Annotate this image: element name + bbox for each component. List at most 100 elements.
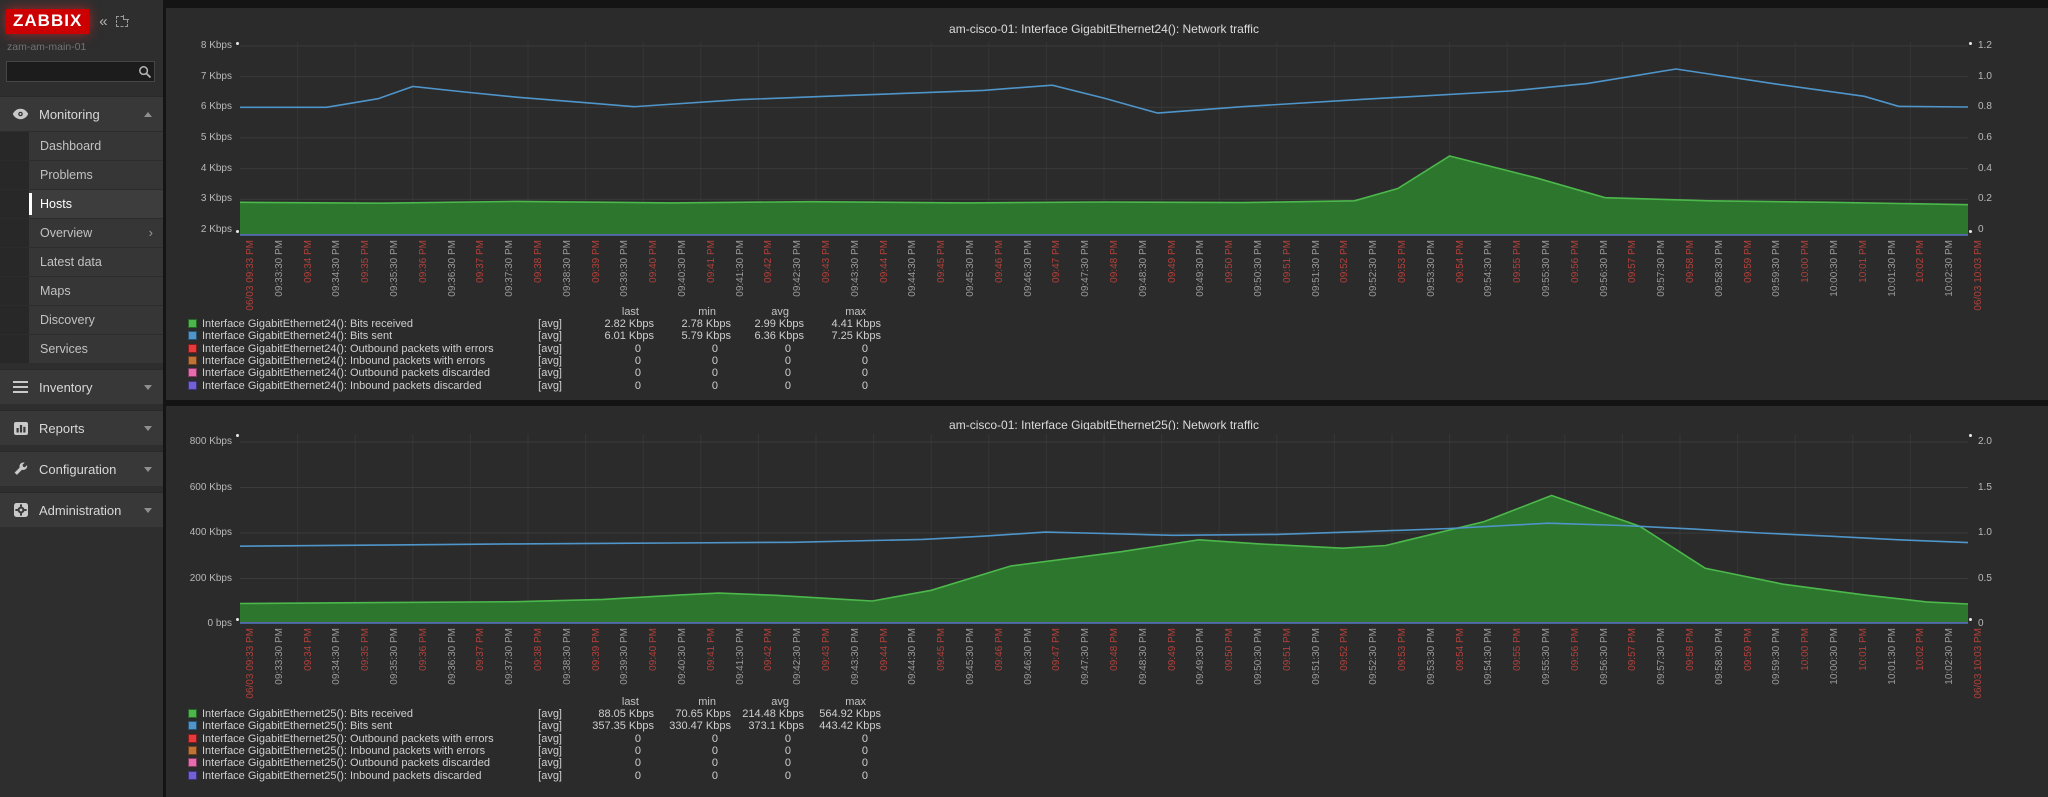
list-icon bbox=[12, 381, 29, 393]
legend-avg-value: 0 bbox=[784, 367, 791, 380]
chevron-up-icon bbox=[144, 111, 152, 117]
legend-column-header: avg bbox=[771, 696, 789, 708]
x-axis-label: 09:43 PM bbox=[821, 628, 832, 671]
legend-swatch bbox=[188, 770, 197, 780]
x-axis-label: 09:51:30 PM bbox=[1310, 628, 1322, 685]
x-axis-label: 09:36:30 PM bbox=[446, 240, 458, 297]
x-axis-label: 09:51:30 PM bbox=[1310, 240, 1322, 297]
sidebar-item-overview[interactable]: Overview › bbox=[0, 218, 163, 247]
chart-plot[interactable] bbox=[240, 38, 1968, 236]
legend-avg-value: 6.36 Kbps bbox=[754, 330, 804, 343]
x-axis-label: 09:48 PM bbox=[1109, 240, 1120, 283]
legend-series-label: Interface GigabitEthernet24(): Inbound p… bbox=[202, 379, 482, 392]
x-axis-label: 10:00 PM bbox=[1800, 628, 1812, 671]
sidebar-section-configuration[interactable]: Configuration bbox=[0, 451, 163, 486]
x-axis-label: 09:51 PM bbox=[1281, 628, 1293, 671]
x-axis-label: 09:34:30 PM bbox=[331, 240, 343, 297]
legend-function-tag: [avg] bbox=[538, 769, 562, 782]
sidebar-section-inventory[interactable]: Inventory bbox=[0, 369, 163, 404]
sidebar-item-problems[interactable]: Problems bbox=[0, 160, 163, 189]
main-content: am-cisco-01: Interface GigabitEthernet24… bbox=[166, 0, 2048, 797]
sidebar-item-dashboard[interactable]: Dashboard bbox=[0, 131, 163, 160]
axis-end-marker bbox=[1969, 618, 1972, 621]
sidebar-compact-view-icon[interactable] bbox=[115, 15, 129, 27]
x-axis-label: 09:47 PM bbox=[1051, 628, 1063, 671]
sidebar-item-hosts[interactable]: Hosts bbox=[0, 189, 163, 218]
x-axis-label: 09:35:30 PM bbox=[389, 240, 400, 297]
x-axis-label: 10:01 PM bbox=[1857, 240, 1869, 283]
legend-avg-value: 0 bbox=[784, 342, 791, 355]
legend-max-value: 0 bbox=[861, 379, 868, 392]
sidebar-section-administration[interactable]: Administration bbox=[0, 492, 163, 527]
legend-max-value: 564.92 Kbps bbox=[819, 708, 881, 720]
legend-max-value: 443.42 Kbps bbox=[819, 720, 881, 733]
x-axis-label: 09:58 PM bbox=[1685, 240, 1696, 283]
x-axis-label: 09:55 PM bbox=[1512, 240, 1524, 283]
x-axis-label: 09:50 PM bbox=[1224, 240, 1236, 283]
x-axis-label: 09:59 PM bbox=[1742, 240, 1754, 283]
legend-max-value: 0 bbox=[861, 732, 868, 745]
wrench-icon bbox=[12, 462, 29, 477]
x-axis-label: 06/03 10:03 PM bbox=[1973, 628, 1984, 699]
submenu-monitoring: Dashboard Problems Hosts Overview › Latest da… bbox=[0, 131, 163, 363]
axis-end-marker bbox=[1969, 230, 1972, 233]
legend-max-value: 0 bbox=[861, 367, 868, 380]
axis-end-marker bbox=[236, 434, 239, 437]
legend-max-value: 4.41 Kbps bbox=[831, 318, 881, 330]
x-axis-label: 09:35 PM bbox=[360, 240, 372, 283]
sidebar-item-maps[interactable]: Maps bbox=[0, 276, 163, 305]
sidebar-item-latest-data[interactable]: Latest data bbox=[0, 247, 163, 276]
zabbix-logo[interactable]: ZABBIX bbox=[6, 9, 90, 34]
x-axis-label: 09:54 PM bbox=[1454, 628, 1466, 671]
legend-swatch bbox=[188, 319, 197, 328]
legend-swatch bbox=[188, 733, 197, 743]
sidebar: ZABBIX « zam-am-main-01 Monitoring Dashbo… bbox=[0, 0, 163, 797]
x-axis-label: 09:48:30 PM bbox=[1137, 628, 1149, 685]
legend-function-tag: [avg] bbox=[538, 330, 562, 343]
chart-title: am-cisco-01: Interface GigabitEthernet24… bbox=[949, 22, 1259, 36]
sidebar-item-services[interactable]: Services bbox=[0, 334, 163, 363]
legend-avg-value: 0 bbox=[784, 744, 791, 757]
sidebar-item-discovery[interactable]: Discovery bbox=[0, 305, 163, 334]
sidebar-header: ZABBIX « bbox=[6, 9, 157, 34]
legend-series-label: Interface GigabitEthernet24(): Bits sent bbox=[202, 330, 393, 343]
legend-max-value: 0 bbox=[861, 757, 868, 770]
sidebar-section-label: Configuration bbox=[39, 461, 117, 477]
legend-max-value: 0 bbox=[861, 769, 868, 782]
x-axis-label: 09:57 PM bbox=[1627, 240, 1639, 283]
legend-series-label: Interface GigabitEthernet25(): Inbound p… bbox=[202, 769, 482, 782]
x-axis-label: 09:44 PM bbox=[878, 240, 890, 283]
chart-panel-1: am-cisco-01: Interface GigabitEthernet24… bbox=[166, 8, 2048, 400]
legend-swatch bbox=[188, 380, 197, 390]
sidebar-section-monitoring[interactable]: Monitoring bbox=[0, 96, 163, 131]
x-axis-label: 09:37 PM bbox=[475, 240, 487, 283]
legend-max-value: 0 bbox=[861, 744, 868, 757]
y-axis-left-label: 6 Kbps bbox=[200, 101, 232, 113]
sidebar-collapse-icon[interactable]: « bbox=[99, 13, 107, 30]
x-axis-label: 09:53:30 PM bbox=[1425, 628, 1437, 685]
legend-column-header: last bbox=[621, 306, 639, 318]
x-axis-label: 09:39 PM bbox=[590, 628, 602, 671]
legend-avg-value: 0 bbox=[784, 769, 791, 782]
legend-function-tag: [avg] bbox=[538, 708, 562, 720]
search-input[interactable] bbox=[6, 61, 155, 82]
x-axis-label: 09:38:30 PM bbox=[561, 240, 573, 297]
chart-panel-2: am-cisco-01: Interface GigabitEthernet25… bbox=[166, 406, 2048, 797]
axis-end-marker bbox=[1969, 434, 1972, 437]
x-axis-label: 09:59:30 PM bbox=[1771, 628, 1783, 685]
x-axis-label: 09:52 PM bbox=[1339, 240, 1351, 283]
chevron-down-icon bbox=[144, 384, 152, 390]
legend-function-tag: [avg] bbox=[538, 732, 562, 745]
x-axis-label: 09:44:30 PM bbox=[907, 240, 919, 297]
x-axis-label: 09:39:30 PM bbox=[619, 628, 631, 685]
chart-plot[interactable] bbox=[240, 430, 1968, 624]
legend-swatch bbox=[188, 709, 197, 718]
y-axis-left-label: 0 bps bbox=[207, 618, 232, 629]
y-axis-left-label: 400 Kbps bbox=[189, 527, 232, 538]
gear-icon bbox=[12, 503, 29, 517]
x-axis-label: 09:36 PM bbox=[417, 240, 429, 283]
search-icon[interactable] bbox=[138, 65, 152, 79]
legend-avg-value: 0 bbox=[784, 354, 791, 367]
x-axis-label: 09:58 PM bbox=[1685, 628, 1696, 671]
sidebar-section-reports[interactable]: Reports bbox=[0, 410, 163, 445]
